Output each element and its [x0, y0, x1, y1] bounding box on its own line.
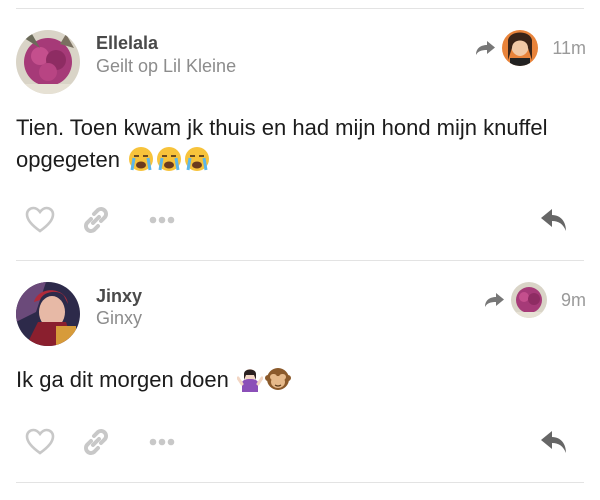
post-body: Tien. Toen kwam jk thuis en had mijn hon…	[16, 112, 576, 176]
post-card: Ellelala Geilt op Lil Kleine 11m Tien. T…	[0, 0, 600, 260]
crying-face-icon	[156, 146, 182, 172]
more-options-icon[interactable]	[146, 426, 178, 458]
reblog-arrow-icon	[476, 41, 496, 55]
heart-icon[interactable]	[24, 426, 56, 458]
crying-face-icon	[184, 146, 210, 172]
author-name[interactable]: Ellelala	[96, 33, 158, 54]
post-actions	[0, 426, 600, 466]
reblog-avatar[interactable]	[502, 30, 539, 66]
post-actions	[0, 204, 600, 244]
bottom-divider	[16, 482, 584, 483]
post-body: Ik ga dit morgen doen	[16, 364, 576, 396]
author-subline: Ginxy	[96, 308, 143, 328]
avatar[interactable]	[16, 282, 80, 346]
reblog-avatar[interactable]	[510, 282, 547, 318]
reply-icon[interactable]	[538, 426, 570, 458]
see-no-evil-monkey-icon	[264, 366, 291, 392]
heart-icon[interactable]	[24, 204, 56, 236]
post-meta: 11m	[474, 30, 586, 66]
reply-icon[interactable]	[538, 204, 570, 236]
crying-face-icon	[128, 146, 154, 172]
author-subline: Geilt op Lil Kleine	[96, 56, 237, 76]
avatar[interactable]	[16, 30, 80, 94]
reblog-arrow-icon	[484, 293, 504, 307]
post-text: Tien. Toen kwam jk thuis en had mijn hon…	[16, 115, 548, 172]
link-icon[interactable]	[80, 426, 112, 458]
person-shrugging-icon	[236, 366, 264, 392]
post-time: 11m	[552, 37, 586, 58]
post-meta: 9m	[483, 282, 586, 318]
post-time: 9m	[560, 289, 586, 310]
link-icon[interactable]	[80, 204, 112, 236]
post-text: Ik ga dit morgen doen	[16, 367, 229, 392]
post-card: Jinxy Ginxy 9m Ik ga dit morgen doen	[0, 260, 600, 490]
more-options-icon[interactable]	[146, 204, 178, 236]
author-name[interactable]: Jinxy	[96, 286, 142, 307]
